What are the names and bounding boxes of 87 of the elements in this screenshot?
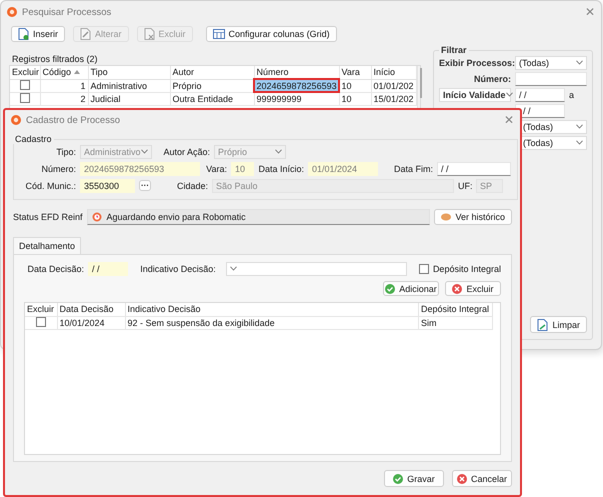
column-header[interactable]: Código bbox=[40, 66, 88, 79]
field-label: Vara: bbox=[205, 164, 227, 174]
field-label: Cidade: bbox=[176, 180, 208, 190]
table-cell: 2024659878256593 bbox=[254, 79, 339, 92]
document-delete-icon bbox=[144, 28, 155, 40]
chevron-down-icon bbox=[275, 149, 282, 154]
field-label: Número: bbox=[472, 74, 511, 84]
chevron-down-icon bbox=[506, 92, 513, 97]
table-cell: Administrativo bbox=[88, 79, 170, 92]
field-label: Indicativo Decisão: bbox=[140, 264, 216, 274]
app-logo-icon bbox=[11, 115, 21, 125]
table-cell: 1 bbox=[40, 79, 88, 92]
checkbox[interactable] bbox=[20, 80, 30, 90]
table-cell: 10 bbox=[339, 79, 371, 92]
column-header[interactable]: Excluir bbox=[25, 303, 57, 316]
column-header[interactable]: Depósito Integral bbox=[418, 303, 492, 316]
table-cell: 10/01/2024 bbox=[57, 316, 125, 329]
save-button[interactable]: Gravar bbox=[384, 470, 444, 487]
table-cell: 01/01/202 bbox=[371, 79, 416, 92]
tab[interactable]: Detalhamento bbox=[13, 237, 82, 254]
history-button[interactable]: Ver histórico bbox=[434, 208, 512, 224]
text-field[interactable]: / / bbox=[437, 162, 511, 176]
field-label: Data Decisão: bbox=[26, 264, 84, 274]
check-circle-icon bbox=[385, 284, 396, 294]
records-label: Registros filtrados (2) bbox=[12, 54, 99, 64]
cancel-circle-icon bbox=[452, 284, 462, 294]
toolbar-button[interactable]: Inserir bbox=[11, 26, 66, 42]
document-brush-icon bbox=[537, 318, 548, 330]
app-logo-icon bbox=[7, 7, 17, 17]
table-cell: 10 bbox=[339, 92, 371, 105]
group-title: Filtrar bbox=[440, 45, 468, 55]
document-edit-icon bbox=[80, 28, 92, 40]
sort-up-icon bbox=[74, 70, 80, 74]
chevron-down-icon bbox=[576, 60, 583, 65]
column-header[interactable]: Vara bbox=[339, 66, 371, 79]
text-field[interactable] bbox=[515, 72, 587, 86]
status-field: Aguardando envio para Robomatic bbox=[86, 208, 430, 224]
dropdown[interactable]: Início Validade bbox=[439, 88, 511, 102]
table-cell: 92 - Sem suspensão da exigibilidade bbox=[125, 316, 418, 329]
text-field[interactable]: 3550300 bbox=[80, 178, 135, 192]
toolbar-button[interactable]: Configurar colunas (Grid) bbox=[206, 26, 337, 42]
window-title: Cadastro de Processo bbox=[26, 114, 120, 126]
field-label: Número: bbox=[40, 164, 76, 174]
clear-button[interactable]: Limpar bbox=[530, 316, 587, 333]
action-button[interactable]: Adicionar bbox=[383, 281, 439, 296]
grid-icon bbox=[212, 29, 225, 39]
checkbox[interactable] bbox=[419, 264, 429, 274]
window-title: Pesquisar Processos bbox=[22, 6, 112, 18]
check-circle-icon bbox=[393, 474, 404, 484]
chevron-down-icon bbox=[576, 124, 583, 129]
text-field[interactable]: / / bbox=[88, 262, 128, 276]
clock-icon bbox=[92, 212, 102, 222]
column-header[interactable]: Indicativo Decisão bbox=[125, 303, 418, 316]
chevron-down-icon bbox=[141, 149, 148, 154]
table-cell: 15/01/202 bbox=[371, 92, 416, 105]
column-header[interactable]: Início bbox=[371, 66, 416, 79]
chevron-down-icon bbox=[576, 140, 583, 145]
field-label: UF: bbox=[458, 180, 472, 190]
column-header[interactable]: Autor bbox=[170, 66, 254, 79]
lookup-button[interactable]: ··· bbox=[139, 180, 151, 191]
field-label: Autor Ação: bbox=[162, 146, 210, 156]
date-field[interactable]: / / bbox=[515, 88, 565, 102]
table-cell: 2 bbox=[40, 92, 88, 105]
checkbox-label: Depósito Integral bbox=[432, 264, 501, 274]
chevron-down-icon bbox=[230, 266, 237, 271]
field-label: Data Início: bbox=[258, 164, 304, 174]
table-cell: 999999999 bbox=[254, 92, 339, 105]
date-field[interactable]: / / bbox=[515, 104, 565, 118]
table-cell: Sim bbox=[418, 316, 492, 329]
column-header[interactable]: Excluir bbox=[10, 66, 40, 79]
field-label: Data Fim: bbox=[392, 164, 433, 174]
column-header[interactable]: Tipo bbox=[88, 66, 170, 79]
field-label: Cód. Munic.: bbox=[24, 180, 76, 190]
table-cell: Judicial bbox=[88, 92, 170, 105]
group-title: Cadastro bbox=[14, 134, 53, 144]
checkbox[interactable] bbox=[20, 92, 30, 102]
dropdown[interactable]: (Todas) bbox=[515, 56, 587, 70]
range-separator: a bbox=[569, 90, 574, 100]
column-header[interactable]: Data Decisão bbox=[57, 303, 125, 316]
cancel-button[interactable]: Cancelar bbox=[452, 470, 512, 487]
cancel-circle-icon bbox=[456, 474, 467, 484]
checkbox[interactable] bbox=[36, 316, 46, 326]
field-label: Status EFD Reinf bbox=[13, 212, 83, 222]
document-add-icon bbox=[18, 28, 29, 40]
action-button[interactable]: Excluir bbox=[445, 281, 501, 296]
field-label: Tipo: bbox=[55, 146, 76, 156]
table-cell: Outra Entidade bbox=[170, 92, 254, 105]
